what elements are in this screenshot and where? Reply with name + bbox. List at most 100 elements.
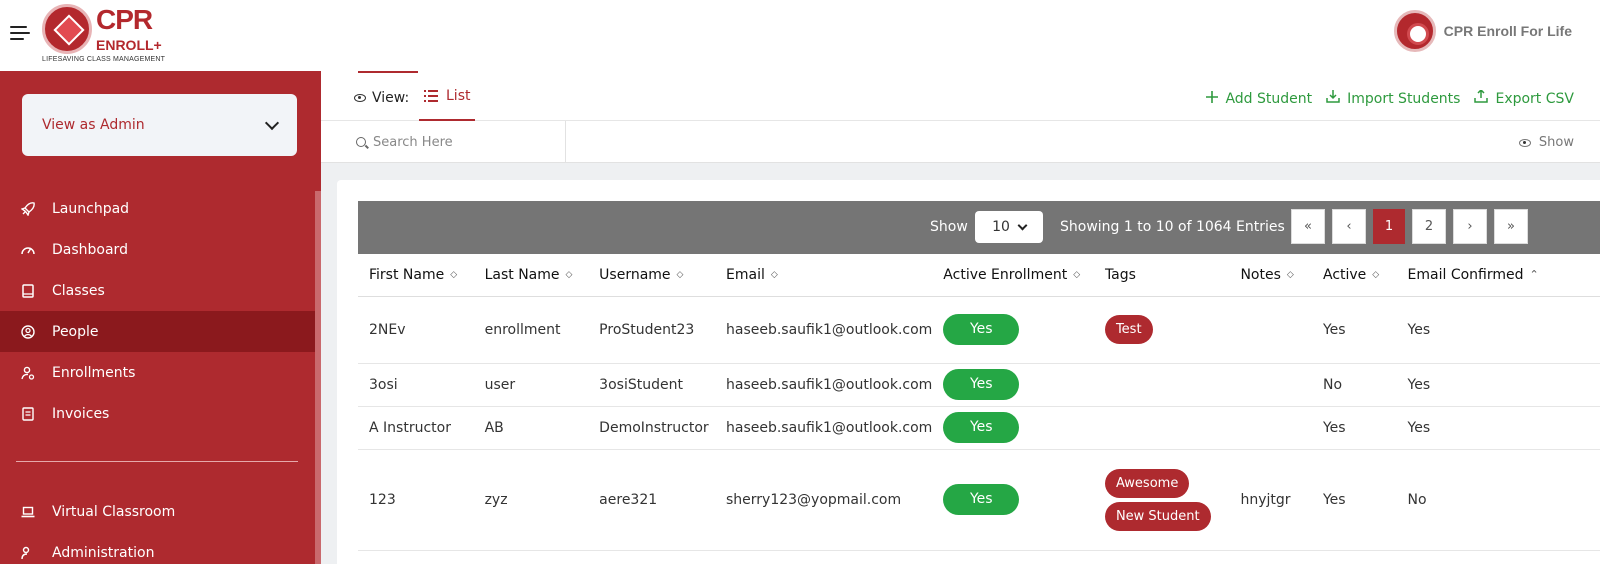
admin-icon bbox=[21, 546, 35, 560]
sidebar-item-administration[interactable]: Administration bbox=[0, 532, 316, 564]
cell-first-name: 2NEv bbox=[358, 296, 474, 364]
cell-tags: Awesome New Student bbox=[1093, 449, 1230, 551]
user-check-icon bbox=[21, 366, 35, 380]
pagination-bar: Show 10 Showing 1 to 10 of 1064 Entries … bbox=[358, 201, 1600, 254]
org-logo-icon bbox=[1393, 10, 1436, 52]
cell-tags bbox=[1093, 406, 1230, 450]
person-circle-icon bbox=[21, 324, 35, 339]
column-header-email[interactable]: Email ◇ bbox=[715, 254, 933, 297]
tab-indicator bbox=[358, 71, 418, 73]
cell-last-name: user bbox=[473, 363, 589, 407]
tag-badge[interactable]: Test bbox=[1104, 315, 1153, 344]
gauge-icon bbox=[21, 243, 35, 257]
cell-active: Yes bbox=[1311, 406, 1397, 450]
people-table-card: Show 10 Showing 1 to 10 of 1064 Entries … bbox=[337, 180, 1600, 564]
cell-notes bbox=[1229, 296, 1312, 364]
first-page-button[interactable]: « bbox=[1291, 209, 1325, 244]
sidebar-item-label: Administration bbox=[52, 544, 155, 561]
receipt-icon bbox=[21, 406, 35, 421]
sidebar-divider bbox=[16, 461, 298, 462]
main-content: View: List Add Student Import Students E… bbox=[321, 71, 1600, 564]
cell-tags bbox=[1093, 363, 1230, 407]
enrollment-yes-badge[interactable]: Yes bbox=[943, 369, 1020, 400]
view-toolbar: View: List Add Student Import Students E… bbox=[321, 71, 1600, 121]
column-header-active[interactable]: Active ◇ bbox=[1311, 254, 1397, 297]
cell-active-enrollment: Yes bbox=[932, 296, 1094, 364]
cell-active-enrollment: Yes bbox=[932, 406, 1094, 450]
cell-username: ProStudent23 bbox=[588, 296, 715, 364]
column-header-notes[interactable]: Notes ◇ bbox=[1229, 254, 1312, 297]
column-header-username[interactable]: Username ◇ bbox=[588, 254, 715, 297]
tab-list[interactable]: List bbox=[419, 73, 476, 121]
import-students-button[interactable]: Import Students bbox=[1326, 90, 1460, 107]
cell-first-name: 3osi bbox=[358, 363, 474, 407]
column-header-email-confirmed[interactable]: Email Confirmed ⌃ bbox=[1396, 254, 1600, 297]
table-row[interactable]: A Instructor AB DemoInstructor haseeb.sa… bbox=[358, 406, 1600, 450]
prev-page-button[interactable]: ‹ bbox=[1332, 209, 1366, 244]
column-header-first-name[interactable]: First Name ◇ bbox=[358, 254, 474, 297]
search-bar: Show bbox=[321, 121, 1600, 163]
page-size-select[interactable]: 10 bbox=[975, 211, 1043, 243]
organization-badge[interactable]: CPR Enroll For Life bbox=[1393, 10, 1572, 52]
cell-active-enrollment: Yes bbox=[932, 449, 1094, 551]
search-box bbox=[356, 121, 566, 163]
enrollment-yes-badge[interactable]: Yes bbox=[943, 314, 1020, 345]
cell-first-name: 123 bbox=[358, 449, 474, 551]
eye-icon bbox=[1518, 138, 1531, 147]
column-header-last-name[interactable]: Last Name ◇ bbox=[473, 254, 589, 297]
role-select[interactable]: View as Admin bbox=[22, 94, 297, 156]
cell-email: haseeb.saufik1@outlook.com bbox=[715, 363, 933, 407]
cell-active: Yes bbox=[1311, 296, 1397, 364]
column-header-active-enrollment[interactable]: Active Enrollment ◇ bbox=[932, 254, 1094, 297]
sidebar-item-label: Dashboard bbox=[52, 241, 128, 258]
pagination-info: Showing 1 to 10 of 1064 Entries bbox=[1060, 219, 1285, 235]
tag-badge[interactable]: New Student bbox=[1104, 501, 1211, 531]
sidebar-item-launchpad[interactable]: Launchpad bbox=[0, 188, 316, 229]
add-student-button[interactable]: Add Student bbox=[1206, 90, 1312, 107]
page-size-value: 10 bbox=[992, 219, 1010, 235]
cell-notes: hnyjtgr bbox=[1229, 449, 1312, 551]
book-icon bbox=[21, 283, 35, 298]
brand-logo[interactable]: CPR ENROLL+ LIFESAVING CLASS MANAGEMENT bbox=[42, 4, 182, 64]
sidebar-item-dashboard[interactable]: Dashboard bbox=[0, 229, 316, 270]
cell-email-confirmed: Yes bbox=[1396, 363, 1600, 407]
table-row[interactable]: 3osi user 3osiStudent haseeb.saufik1@out… bbox=[358, 363, 1600, 407]
cell-last-name: enrollment bbox=[473, 296, 589, 364]
sidebar-item-virtual-classroom[interactable]: Virtual Classroom bbox=[0, 491, 316, 532]
last-page-button[interactable]: » bbox=[1494, 209, 1528, 244]
add-student-label: Add Student bbox=[1225, 90, 1313, 107]
enrollment-yes-badge[interactable]: Yes bbox=[943, 484, 1020, 515]
top-header: CPR ENROLL+ LIFESAVING CLASS MANAGEMENT … bbox=[0, 0, 1600, 71]
tag-badge[interactable]: Awesome bbox=[1104, 468, 1190, 498]
cell-notes bbox=[1229, 406, 1312, 450]
search-input[interactable] bbox=[373, 134, 543, 150]
sort-icon: ◇ bbox=[1372, 269, 1380, 280]
next-page-button[interactable]: › bbox=[1453, 209, 1487, 244]
sidebar-item-people[interactable]: People bbox=[0, 311, 316, 352]
sidebar-item-classes[interactable]: Classes bbox=[0, 270, 316, 311]
eye-icon bbox=[354, 94, 366, 102]
show-columns-toggle[interactable]: Show bbox=[1518, 135, 1574, 150]
logo-cpr-text: CPR bbox=[96, 4, 153, 35]
cell-active: Yes bbox=[1311, 449, 1397, 551]
page-button-2[interactable]: 2 bbox=[1412, 209, 1446, 244]
sort-icon: ◇ bbox=[676, 269, 684, 280]
rocket-icon bbox=[21, 201, 35, 216]
sidebar: View as Admin Launchpad Dashboard Classe… bbox=[0, 71, 321, 564]
tab-list-label: List bbox=[446, 88, 471, 104]
page-button-1[interactable]: 1 bbox=[1373, 209, 1405, 244]
people-table: First Name ◇ Last Name ◇ Username ◇ Email ◇ … bbox=[358, 254, 1600, 551]
cell-username: 3osiStudent bbox=[588, 363, 715, 407]
export-csv-button[interactable]: Export CSV bbox=[1474, 88, 1574, 107]
role-select-value: View as Admin bbox=[42, 117, 145, 133]
hamburger-menu-icon[interactable] bbox=[10, 26, 30, 40]
table-row[interactable]: 2NEv enrollment ProStudent23 haseeb.sauf… bbox=[358, 296, 1600, 364]
list-icon bbox=[424, 90, 438, 102]
table-row[interactable]: 123 zyz aere321 sherry123@yopmail.com Ye… bbox=[358, 449, 1600, 551]
enrollment-yes-badge[interactable]: Yes bbox=[943, 412, 1020, 443]
cell-email: haseeb.saufik1@outlook.com bbox=[715, 406, 933, 450]
sidebar-item-invoices[interactable]: Invoices bbox=[0, 393, 316, 434]
sidebar-item-label: People bbox=[52, 323, 99, 340]
cell-last-name: AB bbox=[473, 406, 589, 450]
sidebar-item-enrollments[interactable]: Enrollments bbox=[0, 352, 316, 393]
